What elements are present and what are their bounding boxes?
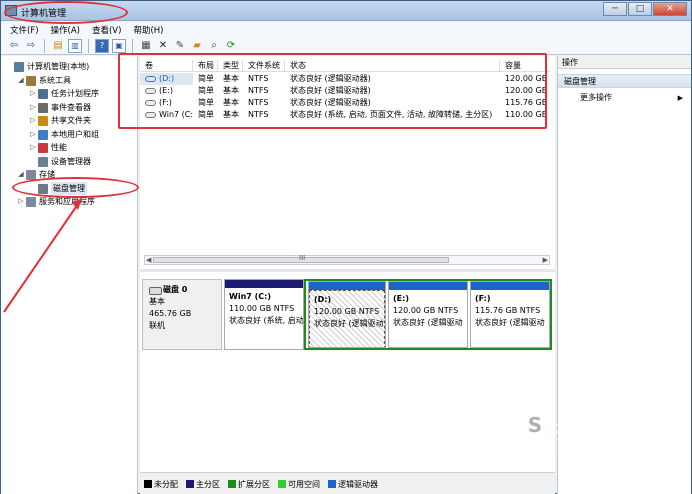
watermark: S 搜狗指南 zhinan.sogou.com <box>520 410 670 456</box>
watermark-text: 搜狗指南 <box>556 417 652 445</box>
watermark-url: zhinan.sogou.com <box>520 446 618 456</box>
sogou-logo-icon: S <box>520 410 550 440</box>
